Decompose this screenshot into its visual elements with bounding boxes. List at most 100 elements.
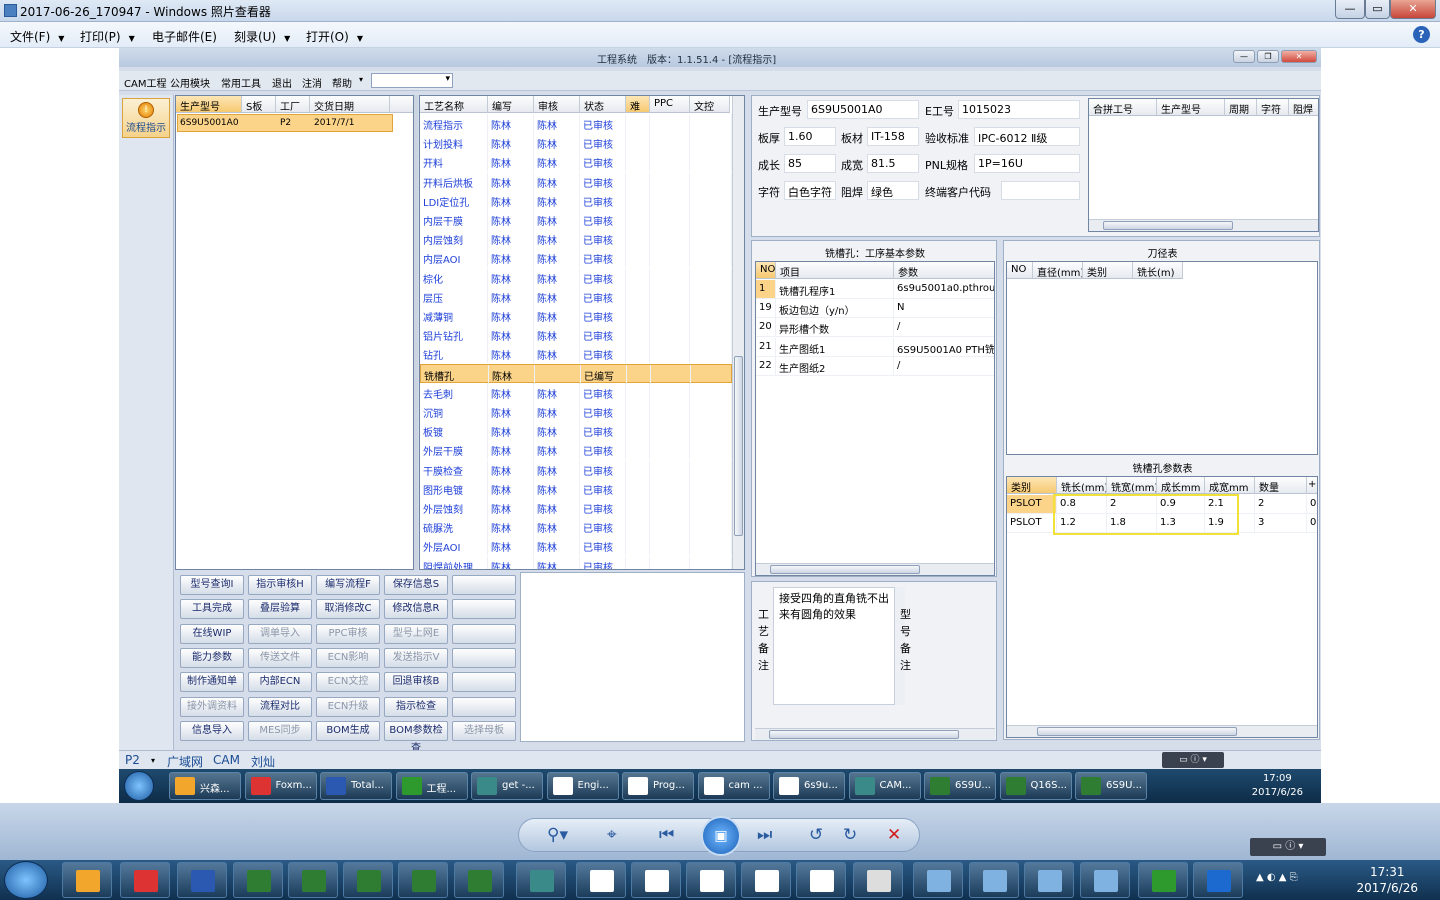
menu-burn[interactable]: 刻录(U) ▼ [234,28,290,45]
col-writer[interactable]: 编写 [488,96,534,113]
field-silkscreen[interactable]: 白色字符 [784,181,836,200]
field-model[interactable]: 6S9U5001A0 [807,100,919,119]
scroll-thumb[interactable] [769,730,959,739]
inner-clock[interactable]: 17:09 2017/6/26 [1252,772,1303,800]
field-end-customer[interactable] [1001,181,1080,200]
rotate-left-icon[interactable]: ↺ [809,825,823,845]
table-row[interactable]: 开料后烘板 陈林 陈林 已审核 [420,171,732,191]
table-row[interactable]: 去毛刺 陈林 陈林 已审核 [420,382,732,402]
col-finished-length[interactable]: 成长mm [1157,477,1205,494]
table-row[interactable]: 板镀 陈林 陈林 已审核 [420,421,732,441]
scroll-thumb[interactable] [770,565,920,574]
col-item[interactable]: 项目 [776,262,894,279]
action-button[interactable]: 叠层验算 [248,599,312,620]
taskbar-item[interactable]: 6s9u... [773,772,845,800]
rotate-right-icon[interactable]: ↻ [843,825,857,845]
taskbar-button[interactable] [62,862,112,898]
table-row[interactable]: 减薄铜 陈林 陈林 已审核 [420,306,732,325]
action-button[interactable]: 编写流程F [316,575,380,595]
remarks-hscroll[interactable] [755,728,995,740]
table-row[interactable]: 21 生产图纸1 6S9U5001A0 PTH铣. [756,337,994,357]
field-length[interactable]: 85 [784,154,836,173]
taskbar-button[interactable] [398,862,448,898]
table-row[interactable]: 内层干膜 陈林 陈林 已审核 [420,210,732,229]
next-icon[interactable]: ⏭ [757,825,772,845]
action-button[interactable]: 接外调资料 [180,696,244,717]
scroll-thumb[interactable] [734,356,743,536]
menu-help[interactable]: 帮助 [332,75,352,90]
field-material[interactable]: IT-158 [867,127,919,146]
action-button[interactable]: ECN影响 [316,647,380,668]
menu-overflow-arrow[interactable]: ▾ [359,75,363,84]
taskbar-item[interactable]: Foxm... [244,772,317,800]
action-button[interactable]: BOM参数检查 [384,720,448,754]
taskbar-item[interactable]: CAM... [848,772,921,800]
table-row[interactable]: 铣槽孔 陈林 已编写 [420,363,733,384]
table-row[interactable]: 图形电镀 陈林 陈林 已审核 [420,478,732,498]
taskbar-button[interactable] [454,862,504,898]
scroll-thumb[interactable] [1103,221,1233,230]
taskbar-button[interactable] [969,862,1019,898]
taskbar-button[interactable] [576,862,626,898]
process-scrollbar[interactable] [732,96,744,569]
action-button[interactable]: 能力参数 [180,647,244,668]
table-row[interactable]: 阻焊前处理 陈林 陈林 已审核 [420,555,732,569]
table-row[interactable]: 19 板边包边（y/n） N [756,299,994,319]
taskbar-item[interactable]: cam ... [697,772,770,800]
col-merge-no[interactable]: 合拼工号 [1089,99,1157,116]
taskbar-button[interactable] [233,862,283,898]
col-doc-control[interactable]: 文控 [690,96,730,113]
slideshow-icon[interactable]: ▣ [701,816,741,856]
action-button[interactable]: 保存信息S [384,575,448,595]
tray-icons[interactable]: ▲ ◐ ▲ ⎘ [1256,872,1298,883]
params-hscroll[interactable] [756,563,994,575]
table-row[interactable]: 沉铜 陈林 陈林 已审核 [420,402,732,421]
table-row[interactable]: 内层蚀刻 陈林 陈林 已审核 [420,229,732,249]
table-row[interactable]: 外层干膜 陈林 陈林 已审核 [420,440,732,460]
table-row[interactable]: 内层AOI 陈林 陈林 已审核 [420,248,732,268]
col-ppc[interactable]: PPC [650,96,690,113]
table-row[interactable]: LDI定位孔 陈林 陈林 已审核 [420,190,732,210]
taskbar-item[interactable]: Prog... [622,772,694,800]
field-acceptance[interactable]: IPC-6012 Ⅱ级 [974,127,1080,146]
col-model[interactable]: 生产型号 [176,96,242,113]
col-param[interactable]: 参数 [894,262,994,279]
start-button-icon[interactable] [4,861,48,899]
col-finished-width[interactable]: 成宽mm [1205,477,1255,494]
table-row[interactable]: 钻孔 陈林 陈林 已审核 [420,344,732,364]
action-button[interactable]: 回退审核B [384,672,448,693]
action-button[interactable]: 型号查询I [180,575,244,595]
close-button[interactable]: ✕ [1390,0,1436,19]
menu-print[interactable]: 打印(P) ▼ [80,28,135,45]
col-slot-type[interactable]: 类别 [1007,477,1057,494]
app-close-button[interactable]: ✕ [1281,50,1317,63]
toolbar-combo[interactable] [371,73,453,88]
field-thickness[interactable]: 1.60 [784,127,836,146]
action-button[interactable] [452,575,516,595]
table-row[interactable]: 外层蚀刻 陈林 陈林 已审核 [420,498,732,517]
col-diameter[interactable]: 直径(mm) [1033,262,1083,279]
action-button[interactable]: 型号上网E [384,623,448,644]
actual-size-icon[interactable]: ⌖ [607,825,617,845]
field-pnl[interactable]: 1P=16U [974,154,1080,173]
previous-icon[interactable]: ⏮ [659,825,674,845]
action-button[interactable]: 指示检查 [384,696,448,717]
table-row[interactable]: 22 生产图纸2/ [756,356,994,376]
table-row[interactable]: 铝片钻孔 陈林 陈林 已审核 [420,325,732,345]
taskbar-button[interactable] [288,862,338,898]
action-button[interactable]: 选择母板 [452,720,516,741]
action-button[interactable]: 信息导入 [180,720,244,741]
action-button[interactable]: 在线WIP [180,623,244,644]
col-process-name[interactable]: 工艺名称 [420,96,488,113]
taskbar-item[interactable]: Q16S... [999,772,1072,800]
menu-email[interactable]: 电子邮件(E) [152,28,217,45]
zoom-icon[interactable]: ⚲▾ [547,825,568,845]
action-button[interactable] [452,696,516,717]
col-merge-silk[interactable]: 字符 [1257,99,1289,116]
taskbar-button[interactable] [686,862,736,898]
col-slot-length[interactable]: 铣长(mm) [1057,477,1107,494]
app-minimize-button[interactable]: — [1233,50,1255,63]
table-row[interactable]: 6S9U5001A0 P2 2017/7/1 [177,114,393,132]
table-row[interactable]: 1 铣槽孔程序1 6s9u5001a0.pthrou [756,280,994,299]
menu-tools[interactable]: 常用工具 [221,75,261,90]
